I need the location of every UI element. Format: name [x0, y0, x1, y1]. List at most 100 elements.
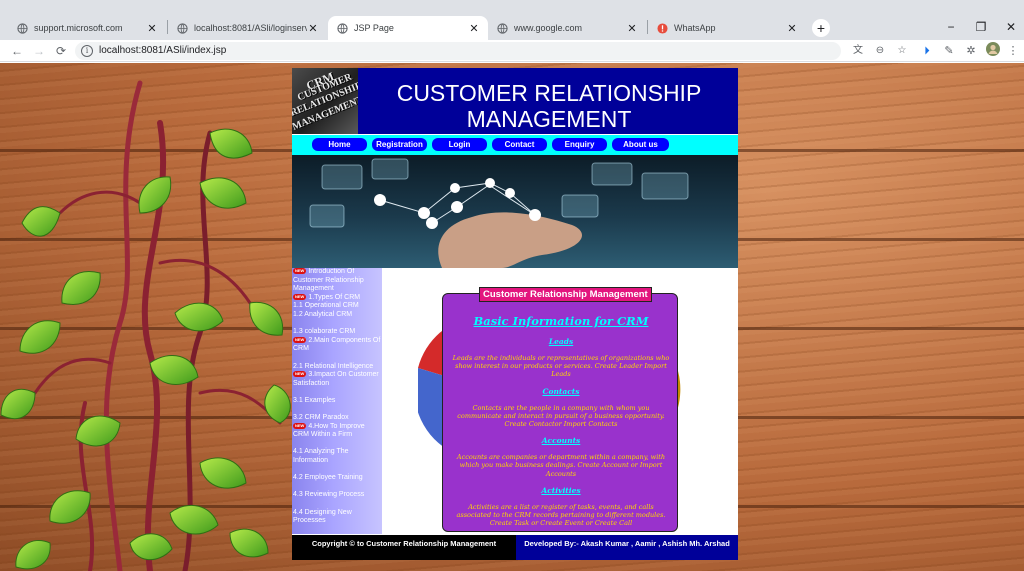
site-info-icon[interactable]: i — [81, 45, 93, 57]
sidebar-item-label: 1.Types Of CRM — [308, 293, 361, 301]
sidebar-item-improve-crm[interactable]: NEW 4.How To Improve CRM Within a Firm — [292, 423, 382, 440]
tab-close-icon[interactable]: ✕ — [307, 22, 319, 35]
menu-login[interactable]: Login — [432, 138, 487, 151]
new-badge: NEW — [293, 293, 307, 300]
sidebar-item-analyzing-information[interactable]: 4.1 Analyzing The Information — [292, 448, 382, 465]
section-title-activities[interactable]: Activities — [443, 486, 679, 495]
tab-close-icon[interactable]: ✕ — [146, 22, 158, 35]
globe-icon — [176, 22, 188, 34]
sidebar-spacer — [292, 440, 382, 449]
star-icon[interactable]: ☆ — [894, 43, 910, 59]
site-header: CRM CUSTOMER RELATIONSHIP MANAGEMENT CUS… — [292, 68, 738, 134]
puzzle-icon[interactable]: ✲ — [962, 42, 980, 60]
menu-registration[interactable]: Registration — [372, 138, 427, 151]
sidebar-item-introduction[interactable]: NEW Introduction Of Customer Relationship… — [292, 268, 382, 294]
tab-title: www.google.com — [514, 23, 583, 33]
play-extension-icon[interactable]: ⏵ — [918, 42, 936, 60]
sidebar-spacer — [292, 388, 382, 397]
sidebar-item-employee-training[interactable]: 4.2 Employee Training — [292, 474, 382, 483]
address-bar[interactable]: i localhost:8081/ASli/index.jsp 文 ⊖ ☆ — [75, 42, 906, 60]
tab-title: WhatsApp — [674, 23, 716, 33]
site-footer: Copyright © to Customer Relationship Man… — [292, 535, 738, 560]
sidebar-item-impact-satisfaction[interactable]: NEW 3.Impact On Customer Satisfaction — [292, 371, 382, 388]
main-content: Basic Information for CRM Leads Leads ar… — [382, 268, 738, 534]
section-text-activities: Activities are a list or register of tas… — [456, 502, 666, 528]
crm-logo: CRM CUSTOMER RELATIONSHIP MANAGEMENT — [292, 68, 358, 134]
tab-close-icon[interactable]: ✕ — [786, 22, 798, 35]
sidebar-spacer — [292, 500, 382, 509]
reload-button[interactable]: ⟳ — [52, 42, 70, 60]
address-url[interactable]: localhost:8081/ASli/index.jsp — [99, 45, 226, 56]
tab-title: JSP Page — [354, 23, 394, 33]
network-banner-image — [292, 155, 738, 268]
menu-kebab-icon[interactable]: ⋮ — [1004, 42, 1022, 60]
forward-button[interactable]: → — [30, 42, 48, 60]
tab-title: localhost:8081/ASli/loginservlet — [194, 23, 307, 33]
footer-copyright: Copyright © to Customer Relationship Man… — [292, 535, 516, 560]
section-title-contacts[interactable]: Contacts — [443, 387, 679, 396]
site-title-line-1: CUSTOMER RELATIONSHIP — [396, 80, 702, 106]
sidebar-spacer — [292, 483, 382, 492]
sidebar-item-examples[interactable]: 3.1 Examples — [292, 397, 382, 406]
sidebar-spacer — [292, 354, 382, 363]
section-text-leads: Leads are the individuals or representat… — [452, 354, 670, 379]
globe-icon — [336, 22, 348, 34]
browser-tab-whatsapp[interactable]: WhatsApp ✕ — [648, 16, 806, 40]
crm-info-box: Basic Information for CRM Leads Leads ar… — [442, 293, 678, 532]
sidebar-item-relational-intelligence[interactable]: 2.1 Relational Intelligence — [292, 363, 382, 372]
back-button[interactable]: ← — [8, 42, 26, 60]
sidebar-item-main-components[interactable]: NEW 2.Main Components Of CRM — [292, 337, 382, 354]
sidebar-spacer — [292, 466, 382, 475]
sidebar-item-crm-paradox[interactable]: 3.2 CRM Paradox — [292, 414, 382, 423]
site-title: CUSTOMER RELATIONSHIP MANAGEMENT — [362, 80, 736, 132]
page-viewport: CRM CUSTOMER RELATIONSHIP MANAGEMENT CUS… — [0, 63, 1024, 571]
minimize-button[interactable]: − — [940, 16, 962, 38]
site-title-line-2: MANAGEMENT — [466, 106, 632, 132]
new-badge: NEW — [293, 268, 307, 275]
browser-tab-loginservlet[interactable]: localhost:8081/ASli/loginservlet ✕ — [168, 16, 327, 40]
sidebar-item-analytical-crm[interactable]: 1.2 Analytical CRM — [292, 311, 382, 320]
whatsapp-icon — [656, 22, 668, 34]
tab-close-icon[interactable]: ✕ — [468, 22, 480, 35]
tab-title: support.microsoft.com — [34, 23, 123, 33]
sidebar-item-types-of-crm[interactable]: NEW 1.Types Of CRM — [292, 294, 382, 303]
menu-home[interactable]: Home — [312, 138, 367, 151]
browser-tab-strip: support.microsoft.com ✕ localhost:8081/A… — [0, 0, 1024, 40]
restore-button[interactable]: ❐ — [970, 16, 992, 38]
main-menu: Home Registration Login Contact Enquiry … — [292, 135, 738, 155]
sidebar-item-colaborate-crm[interactable]: 1.3 colaborate CRM — [292, 328, 382, 337]
menu-enquiry[interactable]: Enquiry — [552, 138, 607, 151]
globe-icon — [16, 22, 28, 34]
browser-tab-support-microsoft[interactable]: support.microsoft.com ✕ — [8, 16, 166, 40]
close-window-button[interactable]: ✕ — [1000, 16, 1022, 38]
browser-tab-jsp-page[interactable]: JSP Page ✕ — [328, 16, 488, 40]
translate-icon[interactable]: 文 — [850, 43, 866, 59]
menu-contact[interactable]: Contact — [492, 138, 547, 151]
crm-website: CRM CUSTOMER RELATIONSHIP MANAGEMENT CUS… — [292, 68, 738, 560]
new-badge: NEW — [293, 371, 307, 378]
info-heading[interactable]: Basic Information for CRM — [443, 314, 679, 328]
sidebar-item-operational-crm[interactable]: 1.1 Operational CRM — [292, 302, 382, 311]
sidebar-item-label: 2.Main Components Of CRM — [293, 336, 381, 353]
info-box-label: Customer Relationship Management — [479, 287, 652, 302]
new-badge: NEW — [293, 422, 307, 429]
topics-sidebar: NEW Introduction Of Customer Relationship… — [292, 268, 382, 534]
section-title-accounts[interactable]: Accounts — [443, 436, 679, 445]
tab-close-icon[interactable]: ✕ — [626, 22, 638, 35]
crm-info-scroll[interactable]: Basic Information for CRM Leads Leads ar… — [443, 314, 679, 530]
new-tab-button[interactable]: + — [812, 19, 830, 37]
footer-developers: Developed By:- Akash Kumar , Aamir , Ash… — [516, 535, 738, 560]
profile-avatar-icon[interactable] — [984, 42, 1002, 60]
browser-tab-google[interactable]: www.google.com ✕ — [488, 16, 646, 40]
pen-extension-icon[interactable]: ✎ — [940, 42, 958, 60]
browser-toolbar: ← → ⟳ i localhost:8081/ASli/index.jsp 文 … — [0, 40, 1024, 62]
sidebar-spacer — [292, 406, 382, 415]
section-text-contacts: Contacts are the people in a company wit… — [457, 403, 665, 429]
section-title-leads[interactable]: Leads — [443, 337, 679, 346]
globe-icon — [496, 22, 508, 34]
zoom-icon[interactable]: ⊖ — [872, 43, 888, 59]
sidebar-item-reviewing-process[interactable]: 4.3 Reviewing Process — [292, 491, 382, 500]
menu-about-us[interactable]: About us — [612, 138, 669, 151]
sidebar-item-designing-processes[interactable]: 4.4 Designing New Processes — [292, 509, 382, 526]
vine-plant-decoration — [0, 80, 291, 571]
